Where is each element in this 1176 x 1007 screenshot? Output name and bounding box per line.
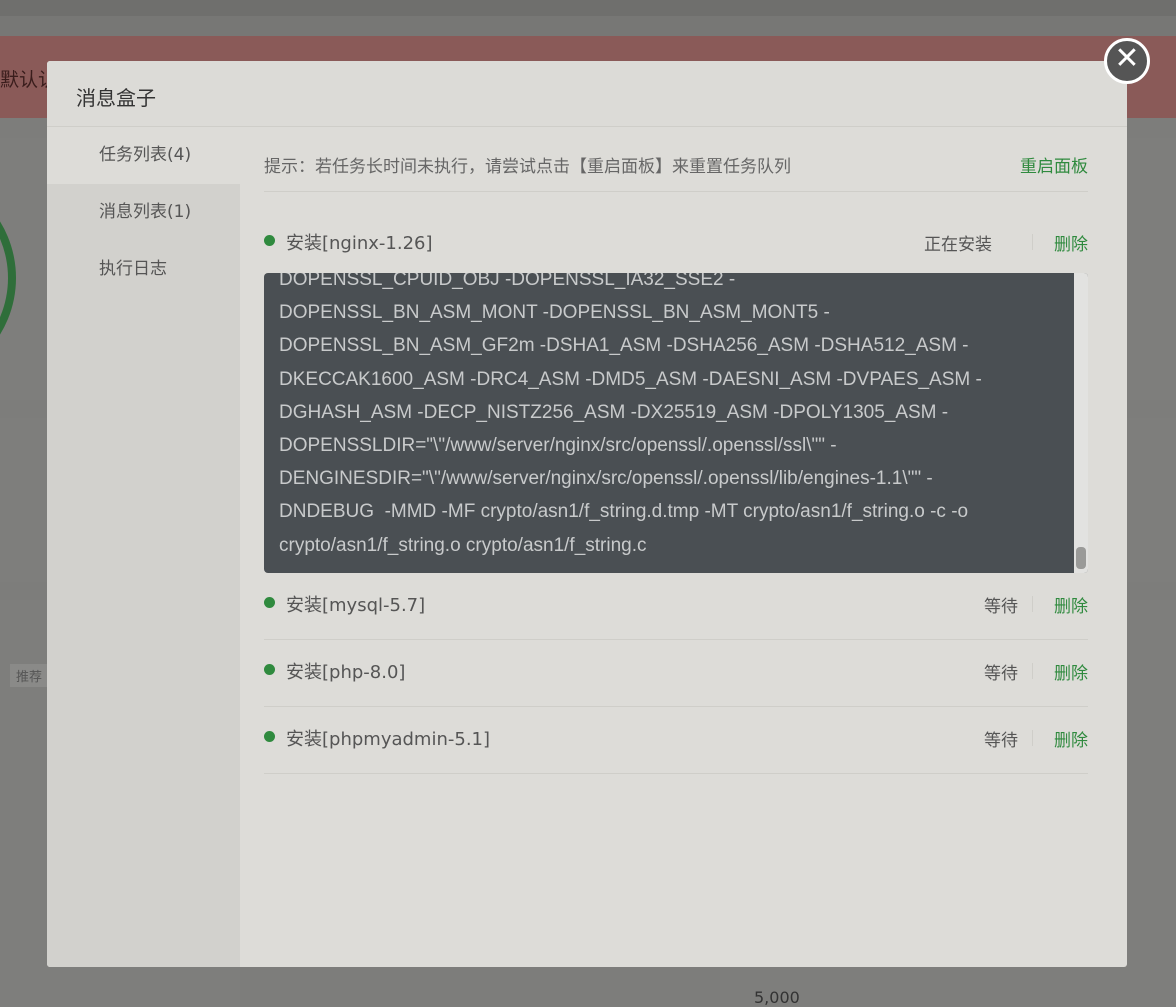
task-row: 安装[mysql-5.7] 等待 删除 [264,573,1088,640]
background-axis-value: 5,000 [754,988,800,1007]
dialog-title: 消息盒子 [76,86,156,110]
divider [1032,596,1033,612]
sidebar-item-message-list[interactable]: 消息列表(1) [47,184,240,241]
task-row: 安装[php-8.0] 等待 删除 [264,640,1088,707]
divider [1032,730,1033,746]
task-row: 安装[phpmyadmin-5.1] 等待 删除 [264,707,1088,774]
sidebar-item-task-list[interactable]: 任务列表(4) [47,127,240,184]
task-name: 安装[php-8.0] [286,662,406,683]
status-dot-icon [264,597,275,608]
status-dot-icon [264,235,275,246]
close-dialog-button[interactable]: ✕ [1104,38,1150,84]
divider [1032,234,1033,250]
sidebar-item-execution-log[interactable]: 执行日志 [47,241,240,298]
dialog-sidebar: 任务列表(4) 消息列表(1) 执行日志 [47,127,240,967]
task-list-panel: 提示：若任务长时间未执行，请尝试点击【重启面板】来重置任务队列 重启面板 安装[… [264,127,1088,774]
console-log-text: DOPENSSL_CPUID_OBJ -DOPENSSL_IA32_SSE2 -… [279,273,982,556]
dialog-header: 消息盒子 [47,61,1127,127]
background-subbar [0,16,1176,36]
status-dot-icon [264,731,275,742]
tip-row: 提示：若任务长时间未执行，请尝试点击【重启面板】来重置任务队列 重启面板 [264,127,1088,192]
delete-task-button[interactable]: 删除 [1054,726,1088,751]
task-status: 等待 [984,597,1018,617]
task-status: 正在安装 [924,235,992,255]
divider [1032,663,1033,679]
background-topbar [0,0,1176,16]
close-icon: ✕ [1114,41,1140,76]
task-name: 安装[phpmyadmin-5.1] [286,729,491,750]
task-status: 等待 [984,664,1018,684]
tip-text: 提示：若任务长时间未执行，请尝试点击【重启面板】来重置任务队列 [264,157,791,177]
console-scrollbar[interactable] [1074,273,1088,573]
delete-task-button[interactable]: 删除 [1054,230,1088,255]
pending-task-list: 安装[mysql-5.7] 等待 删除 安装[php-8.0] 等待 删除 安装… [264,573,1088,774]
task-name: 安装[nginx-1.26] [286,233,433,254]
delete-task-button[interactable]: 删除 [1054,659,1088,684]
background-tag: 推荐 [10,664,49,687]
message-box-dialog: 消息盒子 任务列表(4) 消息列表(1) 执行日志 提示：若任务长时间未执行，请… [47,61,1127,967]
console-scrollbar-thumb[interactable] [1076,547,1086,569]
install-log-console[interactable]: DOPENSSL_CPUID_OBJ -DOPENSSL_IA32_SSE2 -… [264,273,1088,573]
status-dot-icon [264,664,275,675]
delete-task-button[interactable]: 删除 [1054,592,1088,617]
task-row: 安装[nginx-1.26] 正在安装 删除 [264,192,1088,274]
restart-panel-link[interactable]: 重启面板 [1020,152,1088,177]
task-status: 等待 [984,731,1018,751]
task-name: 安装[mysql-5.7] [286,595,426,616]
